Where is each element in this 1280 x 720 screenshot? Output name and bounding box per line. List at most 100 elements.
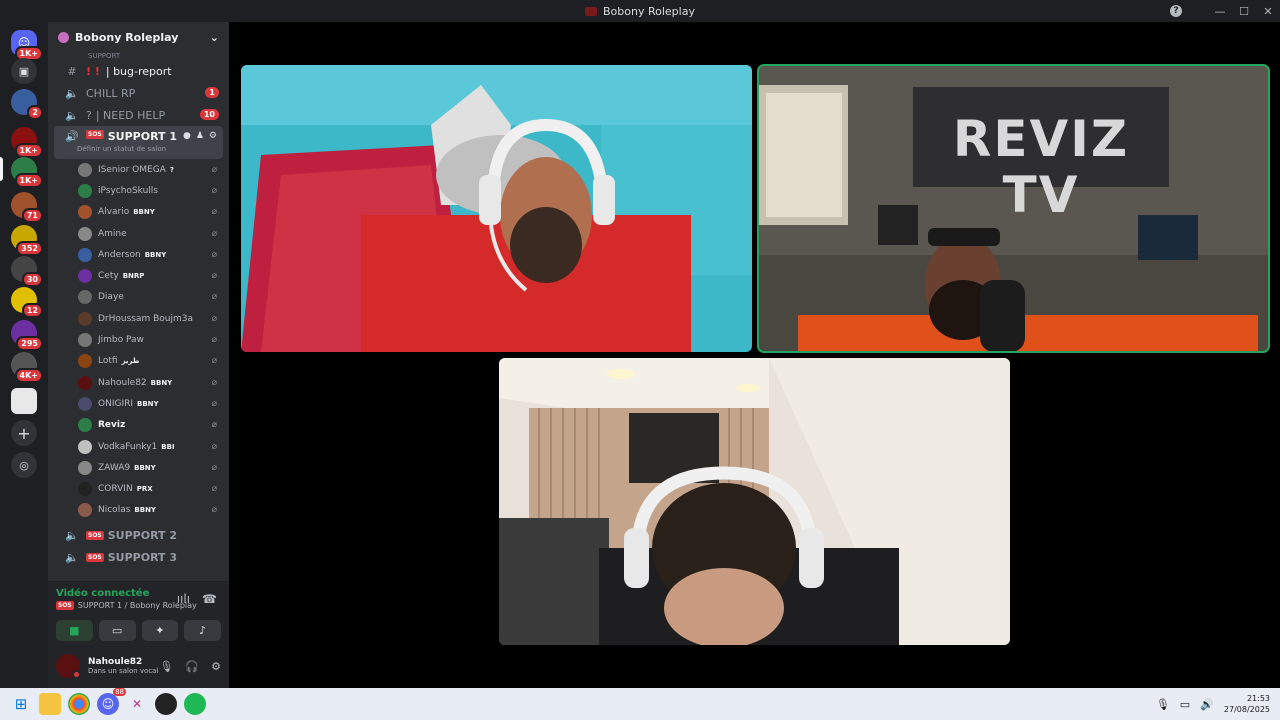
voice-member[interactable]: CORVIN PRX ⌀ [48,478,229,499]
channel-bug-report[interactable]: # ! ! | bug-report [54,60,223,82]
camera-button[interactable]: ■ [56,620,93,641]
channel-chill-rp[interactable]: 🔈 CHILL RP 1 [54,82,223,104]
muted-icon: ⌀ [211,398,217,409]
server-header[interactable]: Bobony Roleplay ⌄ [48,22,229,52]
muted-icon: ⌀ [211,484,217,495]
start-icon[interactable]: ⊞ [10,693,32,715]
server-icon[interactable] [11,388,37,414]
voice-member[interactable]: Reviz ⌀ [48,415,229,436]
username: Nahoule82 [88,657,143,667]
member-name: Nicolas [98,505,131,516]
minimize-button[interactable]: — [1208,0,1232,22]
close-button[interactable]: ✕ [1256,0,1280,22]
inbox-icon[interactable]: ▣ [11,58,37,84]
title-bar: Bobony Roleplay ? — ☐ ✕ [0,0,1280,22]
noise-suppression-icon[interactable]: ıılı [177,592,190,606]
unread-badge: 1 [205,87,219,98]
add-server-icon[interactable]: + [11,420,37,446]
voice-member[interactable]: Cety BNRP ⌀ [48,265,229,286]
avatar [78,482,92,497]
muted-icon: ⌀ [211,249,217,260]
server-icon[interactable]: 30 [11,256,43,287]
voice-member[interactable]: Nicolas BBNY ⌀ [48,500,229,521]
wall-sign-text: REVIZ TV [952,110,1130,224]
voice-member[interactable]: Alvario BBNY ⌀ [48,202,229,223]
category-peek: SUPPORT [88,52,121,60]
screen-share-button[interactable]: ▭ [98,620,136,641]
activity-button[interactable]: ✦ [141,620,179,641]
server-icon[interactable]: 352 [11,225,43,256]
muted-icon: ⌀ [211,164,217,175]
channel-support-2[interactable]: 🔈 SOS SUPPORT 2 [54,524,223,546]
discord-home-icon[interactable]: ☺ 1K+ [11,30,43,61]
member-tag: BNRP [122,272,145,281]
channel-status[interactable]: Définir un statut de salon [77,145,166,153]
discord-icon[interactable]: ☺ 88 [97,688,126,715]
channel-support-1[interactable]: 🔊 SOS SUPPORT 1 Définir un statut de sal… [54,126,223,159]
channel-label: CHILL RP [86,86,136,100]
help-icon[interactable]: ? [1170,5,1182,17]
system-clock[interactable]: 21:53 27/08/2025 [1224,693,1270,715]
invite-icon[interactable]: ♟ [196,131,204,141]
voice-connection-panel: Vidéo connectée SOS SUPPORT 1 / Bobony Ro… [48,581,229,644]
member-name: iPsychoSkulls [98,185,158,196]
video-tile-participant-3[interactable] [499,358,1010,645]
server-icon[interactable]: 295 [11,320,43,351]
microphone-icon[interactable]: 🎙 [1156,698,1170,711]
server-icon[interactable]: 71 [11,192,43,223]
member-name: Alvario [98,207,130,218]
obs-icon[interactable] [155,693,177,715]
member-tag: BBI [161,442,175,451]
channel-need-help[interactable]: 🔈 ? | NEED HELP 10 [54,104,223,126]
explore-icon[interactable]: ◎ [11,452,37,478]
member-name: VodkaFunky1 [98,441,158,452]
avatar [78,396,92,411]
voice-member[interactable]: VodkaFunky1 BBI ⌀ [48,436,229,457]
monitor-icon[interactable]: ▭ [1180,698,1190,711]
gear-icon[interactable]: ⚙ [209,131,217,141]
voice-member[interactable]: Nahoule82 BBNY ⌀ [48,372,229,393]
muted-icon: ⌀ [211,313,217,324]
voice-member[interactable]: DrHoussam Boujm3a ⌀ [48,308,229,329]
member-tag: BBNY [134,463,156,472]
spotify-icon[interactable] [184,693,206,715]
chrome-icon[interactable] [68,693,90,715]
server-icon[interactable]: 12 [11,287,43,318]
member-tag: BBNY [150,378,173,387]
server-icon[interactable]: 2 [11,89,43,120]
speaker-icon: 🔈 [65,550,79,564]
avatar [78,183,92,198]
muted-icon: ⌀ [211,462,217,473]
server-rail: ☺ 1K+ ▣ 2 1K+ 1K+ 71 352 30 12 295 4K+ + … [0,22,48,688]
file-explorer-icon[interactable] [39,693,61,715]
video-tile-participant-2[interactable]: REVIZ TV [757,64,1270,353]
video-tile-participant-1[interactable] [241,65,752,352]
chevron-down-icon[interactable]: ⌄ [210,31,219,44]
voice-member[interactable]: iPsychoSkulls ⌀ [48,180,229,201]
voice-member[interactable]: ONIGIRI BBNY ⌀ [48,393,229,414]
server-icon[interactable]: 1K+ [11,157,43,188]
soundboard-button[interactable]: ♪ [184,620,221,641]
voice-member[interactable]: Lotfi طريز ⌀ [48,351,229,372]
headphones-icon[interactable]: 🎧 [185,660,199,673]
avatar[interactable] [56,654,81,679]
server-icon[interactable]: 1K+ [11,127,43,158]
capcut-icon[interactable]: ✕ [126,693,148,715]
server-icon[interactable]: 4K+ [11,352,43,383]
voice-member[interactable]: ISenior OMEGA? ⌀ [48,159,229,180]
disconnect-icon[interactable]: ☎ [202,592,217,606]
avatar [78,460,92,475]
voice-member[interactable]: ZAWA9 BBNY ⌀ [48,457,229,478]
voice-member[interactable]: Amine ⌀ [48,223,229,244]
voice-member[interactable]: Anderson BBNY ⌀ [48,244,229,265]
voice-member[interactable]: Jimbo Paw ⌀ [48,329,229,350]
maximize-button[interactable]: ☐ [1232,0,1256,22]
chat-icon[interactable]: ● [183,131,191,141]
channel-support-3[interactable]: 🔈 SOS SUPPORT 3 [54,546,223,568]
microphone-icon[interactable]: 🎙 [159,660,173,673]
member-name: CORVIN [98,484,133,495]
voice-member[interactable]: Diaye ⌀ [48,287,229,308]
gear-icon[interactable]: ⚙ [211,660,221,673]
avatar [78,333,92,348]
volume-icon[interactable]: 🔊 [1200,698,1214,711]
